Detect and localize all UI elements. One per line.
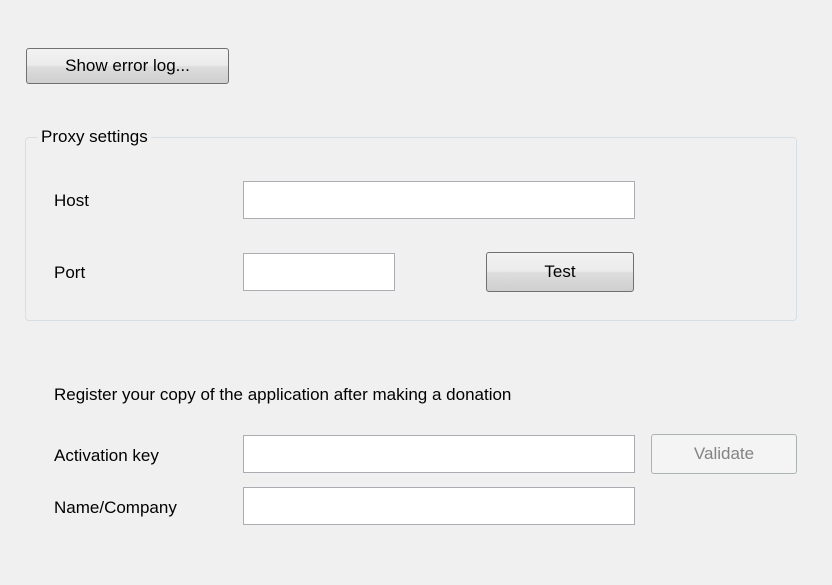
registration-info-text: Register your copy of the application af… xyxy=(54,385,512,404)
show-error-log-button[interactable]: Show error log... xyxy=(26,48,229,84)
host-label: Host xyxy=(54,191,89,210)
activation-key-label: Activation key xyxy=(54,446,159,465)
port-input[interactable] xyxy=(243,253,395,291)
name-company-label: Name/Company xyxy=(54,498,177,517)
activation-key-input[interactable] xyxy=(243,435,635,473)
proxy-settings-group xyxy=(25,137,797,321)
proxy-settings-title: Proxy settings xyxy=(38,126,151,148)
validate-button[interactable]: Validate xyxy=(651,434,797,474)
name-company-input[interactable] xyxy=(243,487,635,525)
port-label: Port xyxy=(54,263,86,282)
test-button[interactable]: Test xyxy=(486,252,634,292)
host-input[interactable] xyxy=(243,181,635,219)
